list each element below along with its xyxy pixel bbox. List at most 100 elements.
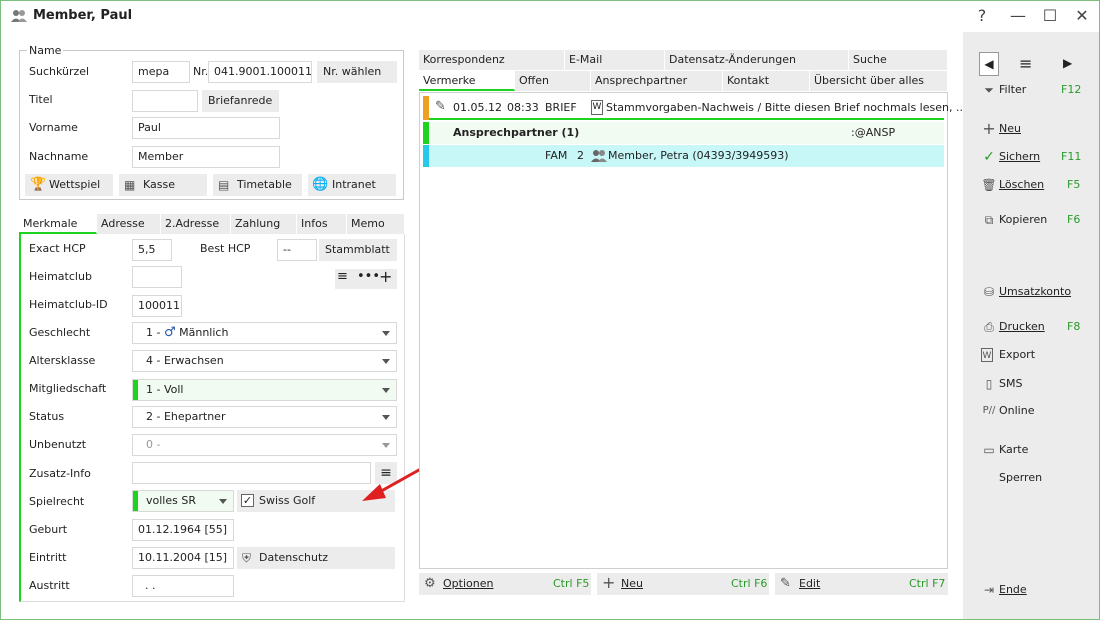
close-button[interactable]: ✕ <box>1069 5 1095 27</box>
geschlecht-code: 1 - <box>146 326 161 339</box>
row-text: Stammvorgaben-Nachweis / Bitte diesen Br… <box>606 101 967 114</box>
maximize-button[interactable]: ☐ <box>1037 5 1063 27</box>
neu-vermerk-button[interactable]: + Neu Ctrl F6 <box>597 573 769 595</box>
spielrecht-select[interactable]: volles SR <box>132 490 234 512</box>
filter-button[interactable]: ⏷ Filter F12 <box>981 81 1091 99</box>
nr-waehlen-button[interactable]: Nr. wählen <box>317 61 397 83</box>
status-indicator <box>423 145 429 167</box>
tab-kontakt[interactable]: Kontakt <box>723 71 810 91</box>
nachname-label: Nachname <box>29 150 89 163</box>
export-button[interactable]: W Export <box>981 346 1091 364</box>
geburt-input[interactable]: 01.12.1964 [55] <box>132 519 234 541</box>
geschlecht-select[interactable]: 1 - ♂ Männlich <box>132 322 397 344</box>
tab-e-mail[interactable]: E-Mail <box>565 50 665 70</box>
heimatclub-label: Heimatclub <box>29 270 92 283</box>
best-hcp-input[interactable]: -- <box>277 239 317 261</box>
add-icon: + <box>602 573 616 592</box>
tab-zahlung[interactable]: Zahlung <box>231 214 297 234</box>
more-icon[interactable]: ••• <box>357 269 380 284</box>
neu-button[interactable]: + Neu <box>981 120 1091 138</box>
vorname-input[interactable]: Paul <box>132 117 280 139</box>
name-legend: Name <box>27 44 64 57</box>
altersklasse-select[interactable]: 4 - Erwachsen <box>132 350 397 372</box>
kasse-button[interactable]: ▦ Kasse <box>119 174 207 196</box>
pencil-icon: ✎ <box>435 99 446 114</box>
shield-icon: ⛨ <box>242 551 252 565</box>
loeschen-label: Löschen <box>999 178 1045 191</box>
drucken-button[interactable]: ⎙ Drucken F8 <box>981 318 1091 336</box>
minimize-button[interactable]: — <box>1005 5 1031 27</box>
row-type: BRIEF <box>545 101 577 114</box>
tab-korrespondenz[interactable]: Korrespondenz <box>419 50 565 70</box>
table-row[interactable]: FAM 2 Member, Petra (04393/3949593) <box>423 145 944 167</box>
previous-record-icon[interactable]: ◀ <box>979 52 999 76</box>
tab-memo[interactable]: Memo <box>347 214 405 234</box>
printer-icon: ⎙ <box>984 320 994 334</box>
austritt-label: Austritt <box>29 579 70 592</box>
tab-adresse[interactable]: Adresse <box>97 214 161 234</box>
chevron-down-icon <box>382 359 390 364</box>
datenschutz-button[interactable]: ⛨ Datenschutz <box>237 547 395 569</box>
eintritt-input[interactable]: 10.11.2004 [15] <box>132 547 234 569</box>
geburt-label: Geburt <box>29 523 68 536</box>
status-indicator <box>423 122 429 144</box>
intranet-button[interactable]: 🌐 Intranet <box>308 174 396 196</box>
sichern-button[interactable]: ✓ Sichern F11 <box>981 148 1091 166</box>
heimatclub-input[interactable] <box>132 266 182 288</box>
heimatclub-id-input[interactable]: 100011 <box>132 295 182 317</box>
next-record-icon[interactable]: ▶ <box>1063 56 1072 70</box>
tab-vermerke[interactable]: Vermerke <box>419 71 515 91</box>
kopieren-button[interactable]: ⧉ Kopieren F6 <box>981 211 1091 229</box>
swiss-golf-label: Swiss Golf <box>259 494 316 507</box>
edit-button[interactable]: ✎ Edit Ctrl F7 <box>775 573 948 595</box>
wettspiel-button[interactable]: 🏆 Wettspiel <box>25 174 113 196</box>
exact-hcp-input[interactable]: 5,5 <box>132 239 172 261</box>
spielrecht-label: Spielrecht <box>29 495 85 508</box>
umsatzkonto-button[interactable]: ⛁ Umsatzkonto <box>981 283 1095 301</box>
list-item[interactable]: Ansprechpartner (1) :@ANSP <box>423 122 944 144</box>
karte-button[interactable]: ▭ Karte <box>981 441 1091 459</box>
word-document-icon: W <box>591 100 603 115</box>
titel-input[interactable] <box>132 90 198 112</box>
optionen-button[interactable]: ⚙ Optionen Ctrl F5 <box>419 573 591 595</box>
mitgliedschaft-label: Mitgliedschaft <box>29 382 107 395</box>
list-icon[interactable]: ≡ <box>337 269 348 284</box>
sperren-button[interactable]: Sperren <box>981 469 1091 487</box>
austritt-input[interactable]: . . <box>132 575 234 597</box>
timetable-button[interactable]: ▤ Timetable <box>213 174 302 196</box>
tab-2-adresse[interactable]: 2.Adresse <box>161 214 231 234</box>
neu-label: Neu <box>621 577 643 590</box>
briefanrede-button[interactable]: Briefanrede <box>202 90 279 112</box>
checkmark-icon: ✓ <box>983 149 995 165</box>
tab-suche[interactable]: Suche <box>849 50 948 70</box>
sms-button[interactable]: ▯ SMS <box>981 375 1091 393</box>
tab-infos[interactable]: Infos <box>297 214 347 234</box>
online-button[interactable]: P// Online <box>981 402 1091 420</box>
status-select[interactable]: 2 - Ehepartner <box>132 406 397 428</box>
loeschen-button[interactable]: 🗑 Löschen F5 <box>981 176 1091 194</box>
tab-ansprechpartner[interactable]: Ansprechpartner <box>591 71 723 91</box>
add-icon[interactable]: + <box>379 267 392 286</box>
tab-datensatz-aenderungen[interactable]: Datensatz-Änderungen <box>665 50 849 70</box>
list-item[interactable]: ✎ 01.05.12 08:33 BRIEF W Stammvorgaben-N… <box>423 96 966 120</box>
gear-icon: ⚙ <box>424 576 436 591</box>
menu-icon[interactable]: ≡ <box>1019 54 1032 73</box>
stammblatt-button[interactable]: Stammblatt <box>319 239 397 261</box>
tab-uebersicht[interactable]: Übersicht über alles <box>810 71 948 91</box>
pencil-icon: ✎ <box>780 576 791 591</box>
loeschen-shortcut: F5 <box>1067 178 1081 191</box>
heimatclub-tools: ≡ ••• + <box>335 267 397 289</box>
row-text: Ansprechpartner (1) <box>453 126 580 139</box>
ende-button[interactable]: ⇥ Ende <box>981 581 1091 599</box>
geschlecht-text: Männlich <box>179 326 229 339</box>
suchkuerzel-input[interactable]: mepa <box>132 61 190 83</box>
male-icon: ♂ <box>163 325 176 340</box>
nachname-input[interactable]: Member <box>132 146 280 168</box>
mitgliedschaft-select[interactable]: 1 - Voll <box>132 379 397 401</box>
zusatz-info-input[interactable] <box>132 462 371 484</box>
tab-offen[interactable]: Offen <box>515 71 591 91</box>
nr-input[interactable]: 041.9001.100011 <box>208 61 312 83</box>
filter-icon: ⏷ <box>984 83 994 97</box>
tab-merkmale[interactable]: Merkmale <box>19 214 97 234</box>
help-button[interactable]: ? <box>969 5 995 27</box>
